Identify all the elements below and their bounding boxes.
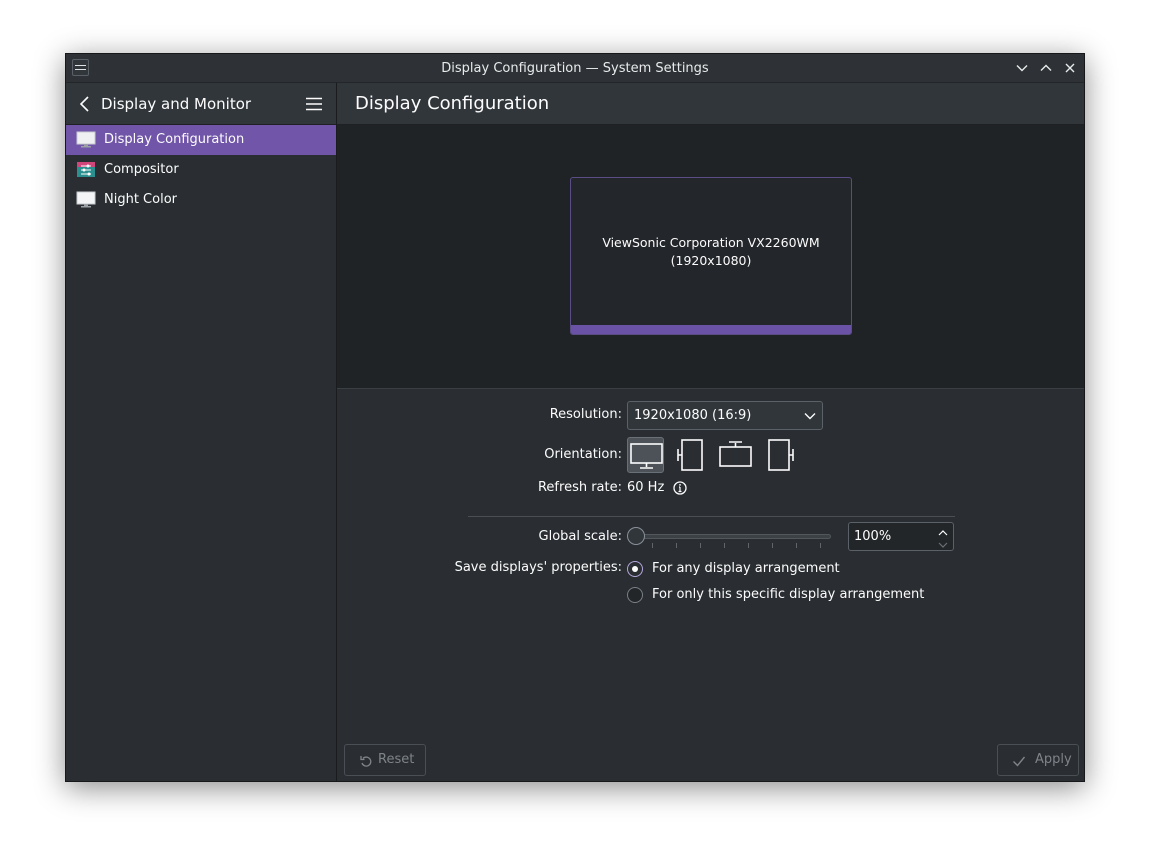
- sidebar-item-label: Compositor: [104, 162, 179, 177]
- global-scale-value: 100%: [854, 529, 892, 544]
- slider-tick: [700, 543, 701, 548]
- title-bar[interactable]: Display Configuration — System Settings: [66, 54, 1084, 83]
- chevron-up-icon: [1040, 64, 1052, 71]
- slider-tick: [724, 543, 725, 548]
- slider-tick: [796, 543, 797, 548]
- monitor-name: ViewSonic Corporation VX2260WM: [602, 235, 820, 250]
- orientation-upside-down-button[interactable]: [717, 437, 754, 473]
- monitor-upside-down-icon: [719, 441, 752, 467]
- global-scale-label: Global scale:: [538, 529, 622, 544]
- reset-label: Reset: [378, 752, 415, 767]
- slider-tick: [820, 543, 821, 548]
- close-icon: [1065, 63, 1075, 73]
- chevron-down-icon: [938, 542, 948, 548]
- resolution-combobox[interactable]: 1920x1080 (16:9): [627, 401, 823, 430]
- window-title: Display Configuration — System Settings: [441, 61, 709, 76]
- display-preview-area: ViewSonic Corporation VX2260WM (1920x108…: [337, 125, 1084, 389]
- monitor-label: ViewSonic Corporation VX2260WM (1920x108…: [571, 234, 851, 270]
- refresh-rate-value: 60 Hz: [627, 480, 665, 495]
- slider-tick: [676, 543, 677, 548]
- compositor-icon: [76, 161, 96, 179]
- global-scale-slider[interactable]: [627, 525, 841, 549]
- sidebar-item-display-configuration[interactable]: Display Configuration: [66, 125, 336, 155]
- sidebar-header: Display and Monitor: [66, 83, 336, 125]
- sidebar-item-label: Night Color: [104, 192, 177, 207]
- slider-handle[interactable]: [627, 527, 645, 545]
- minimize-button[interactable]: [1014, 60, 1030, 76]
- undo-icon: [359, 754, 373, 768]
- main-panel: Display Configuration ViewSonic Corporat…: [337, 83, 1084, 781]
- sidebar: Display and Monitor Display Configuratio…: [66, 83, 337, 781]
- monitor-rotate-right-icon: [768, 439, 794, 471]
- refresh-rate-label: Refresh rate:: [537, 480, 622, 495]
- sidebar-item-label: Display Configuration: [104, 132, 245, 147]
- monitor-landscape-icon: [630, 443, 663, 469]
- checkmark-icon: [1012, 754, 1026, 768]
- save-properties-label: Save displays' properties:: [454, 560, 622, 575]
- chevron-left-icon: [79, 96, 89, 112]
- radio-specific-arrangement[interactable]: [627, 587, 643, 603]
- monitor-primary-bar: [571, 325, 851, 334]
- orientation-landscape-button[interactable]: [627, 437, 664, 473]
- info-icon[interactable]: [673, 481, 687, 495]
- chevron-down-icon: [804, 410, 816, 420]
- sidebar-item-compositor[interactable]: Compositor: [66, 155, 336, 185]
- close-button[interactable]: [1062, 60, 1078, 76]
- hamburger-menu-icon: [306, 97, 322, 111]
- page-title: Display Configuration: [355, 93, 550, 114]
- chevron-up-icon: [938, 530, 948, 536]
- apply-label: Apply: [1035, 752, 1072, 767]
- monitor-preview[interactable]: ViewSonic Corporation VX2260WM (1920x108…: [570, 177, 852, 335]
- monitor-resolution: (1920x1080): [670, 253, 752, 268]
- orientation-label: Orientation:: [544, 447, 622, 462]
- orientation-rotate-left-button[interactable]: [673, 437, 710, 473]
- spin-down-button[interactable]: [938, 538, 948, 548]
- night-color-icon: [76, 191, 96, 209]
- sidebar-item-night-color[interactable]: Night Color: [66, 185, 336, 215]
- hamburger-menu-button[interactable]: [306, 97, 322, 111]
- radio-any-arrangement[interactable]: [627, 561, 643, 577]
- back-button[interactable]: [78, 95, 92, 113]
- resolution-value: 1920x1080 (16:9): [634, 408, 752, 423]
- resolution-label: Resolution:: [549, 407, 622, 422]
- slider-tick: [652, 543, 653, 548]
- apply-button[interactable]: Apply: [997, 744, 1079, 776]
- radio-any-arrangement-label[interactable]: For any display arrangement: [652, 561, 840, 577]
- slider-tick: [748, 543, 749, 548]
- divider: [468, 516, 955, 517]
- chevron-down-icon: [1016, 65, 1028, 72]
- sidebar-title: Display and Monitor: [101, 95, 252, 113]
- orientation-rotate-right-button[interactable]: [762, 437, 799, 473]
- maximize-button[interactable]: [1038, 60, 1054, 76]
- monitor-icon: [76, 131, 96, 149]
- main-header: Display Configuration: [337, 83, 1084, 125]
- slider-track: [635, 534, 831, 539]
- system-settings-window: Display Configuration — System Settings …: [65, 53, 1085, 782]
- radio-specific-arrangement-label[interactable]: For only this specific display arrangeme…: [652, 587, 924, 603]
- monitor-rotate-left-icon: [677, 439, 703, 471]
- slider-tick: [772, 543, 773, 548]
- spin-up-button[interactable]: [938, 526, 948, 536]
- global-scale-spinbox[interactable]: 100%: [848, 522, 954, 551]
- reset-button[interactable]: Reset: [344, 744, 426, 776]
